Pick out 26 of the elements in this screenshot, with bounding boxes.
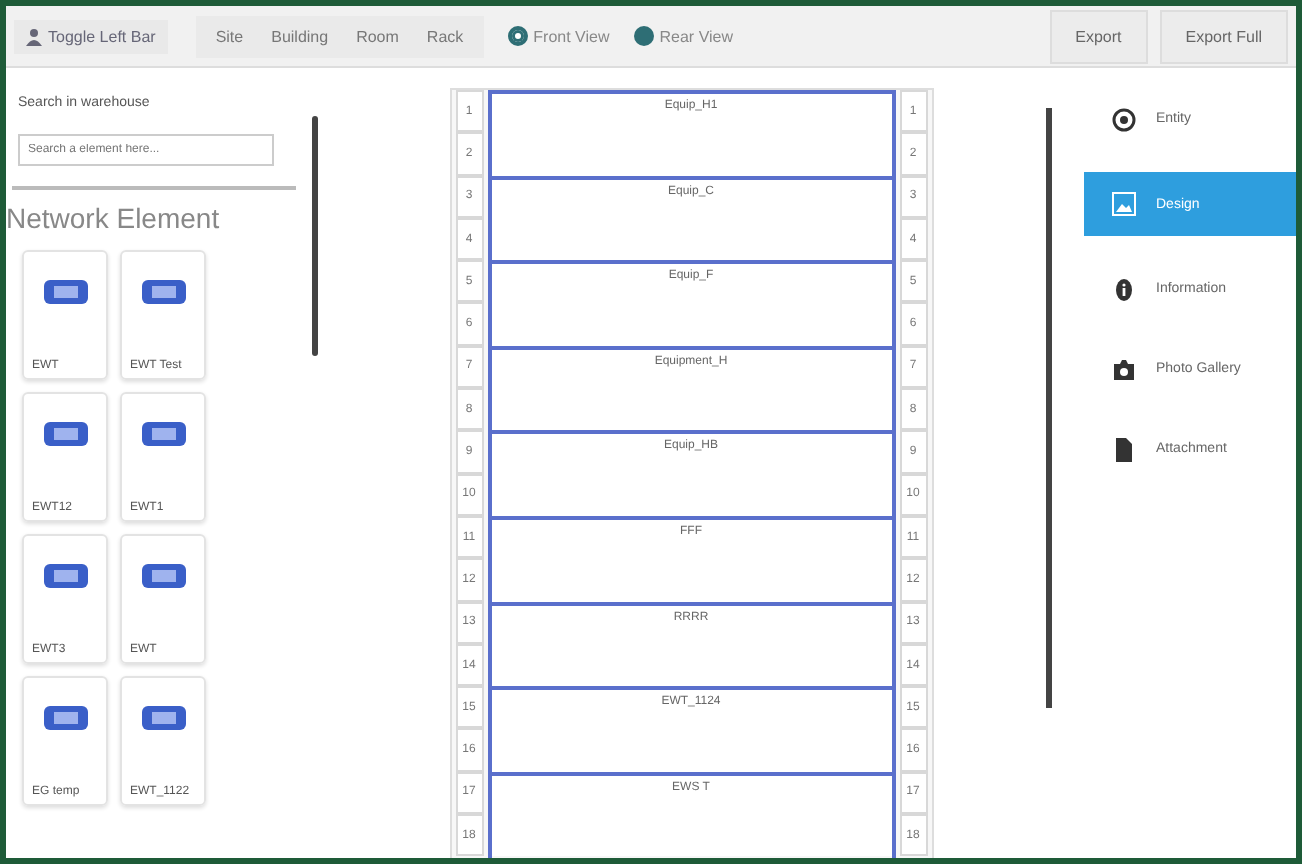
device-icon <box>43 702 87 734</box>
device-icon <box>43 418 87 450</box>
target-icon <box>1112 107 1136 131</box>
scrollbar[interactable] <box>1046 108 1052 708</box>
person-icon <box>26 27 42 45</box>
info-icon <box>1112 277 1136 301</box>
device-icon <box>43 560 87 592</box>
toggle-left-bar-button[interactable]: Toggle Left Bar <box>14 19 168 53</box>
camera-icon <box>1112 357 1136 381</box>
breadcrumb-link[interactable]: Site <box>215 27 244 45</box>
scrollbar[interactable] <box>312 116 318 356</box>
device-icon <box>141 702 185 734</box>
breadcrumb-link[interactable]: Building <box>271 27 329 45</box>
image-icon <box>1112 192 1136 216</box>
export-button[interactable]: Export Full <box>1159 9 1288 63</box>
breadcrumb-link[interactable]: Room <box>356 27 399 45</box>
view-radio[interactable]: Front View <box>507 26 610 46</box>
device-icon <box>141 276 185 308</box>
device-icon <box>141 560 185 592</box>
view-radio[interactable]: Rear View <box>633 26 734 46</box>
breadcrumb-link[interactable]: Rack <box>426 27 464 45</box>
export-button[interactable]: Export <box>1049 9 1148 63</box>
device-icon <box>43 276 87 308</box>
section-heading: Network Element <box>6 202 222 234</box>
document-icon <box>1112 437 1136 461</box>
device-icon <box>141 418 185 450</box>
